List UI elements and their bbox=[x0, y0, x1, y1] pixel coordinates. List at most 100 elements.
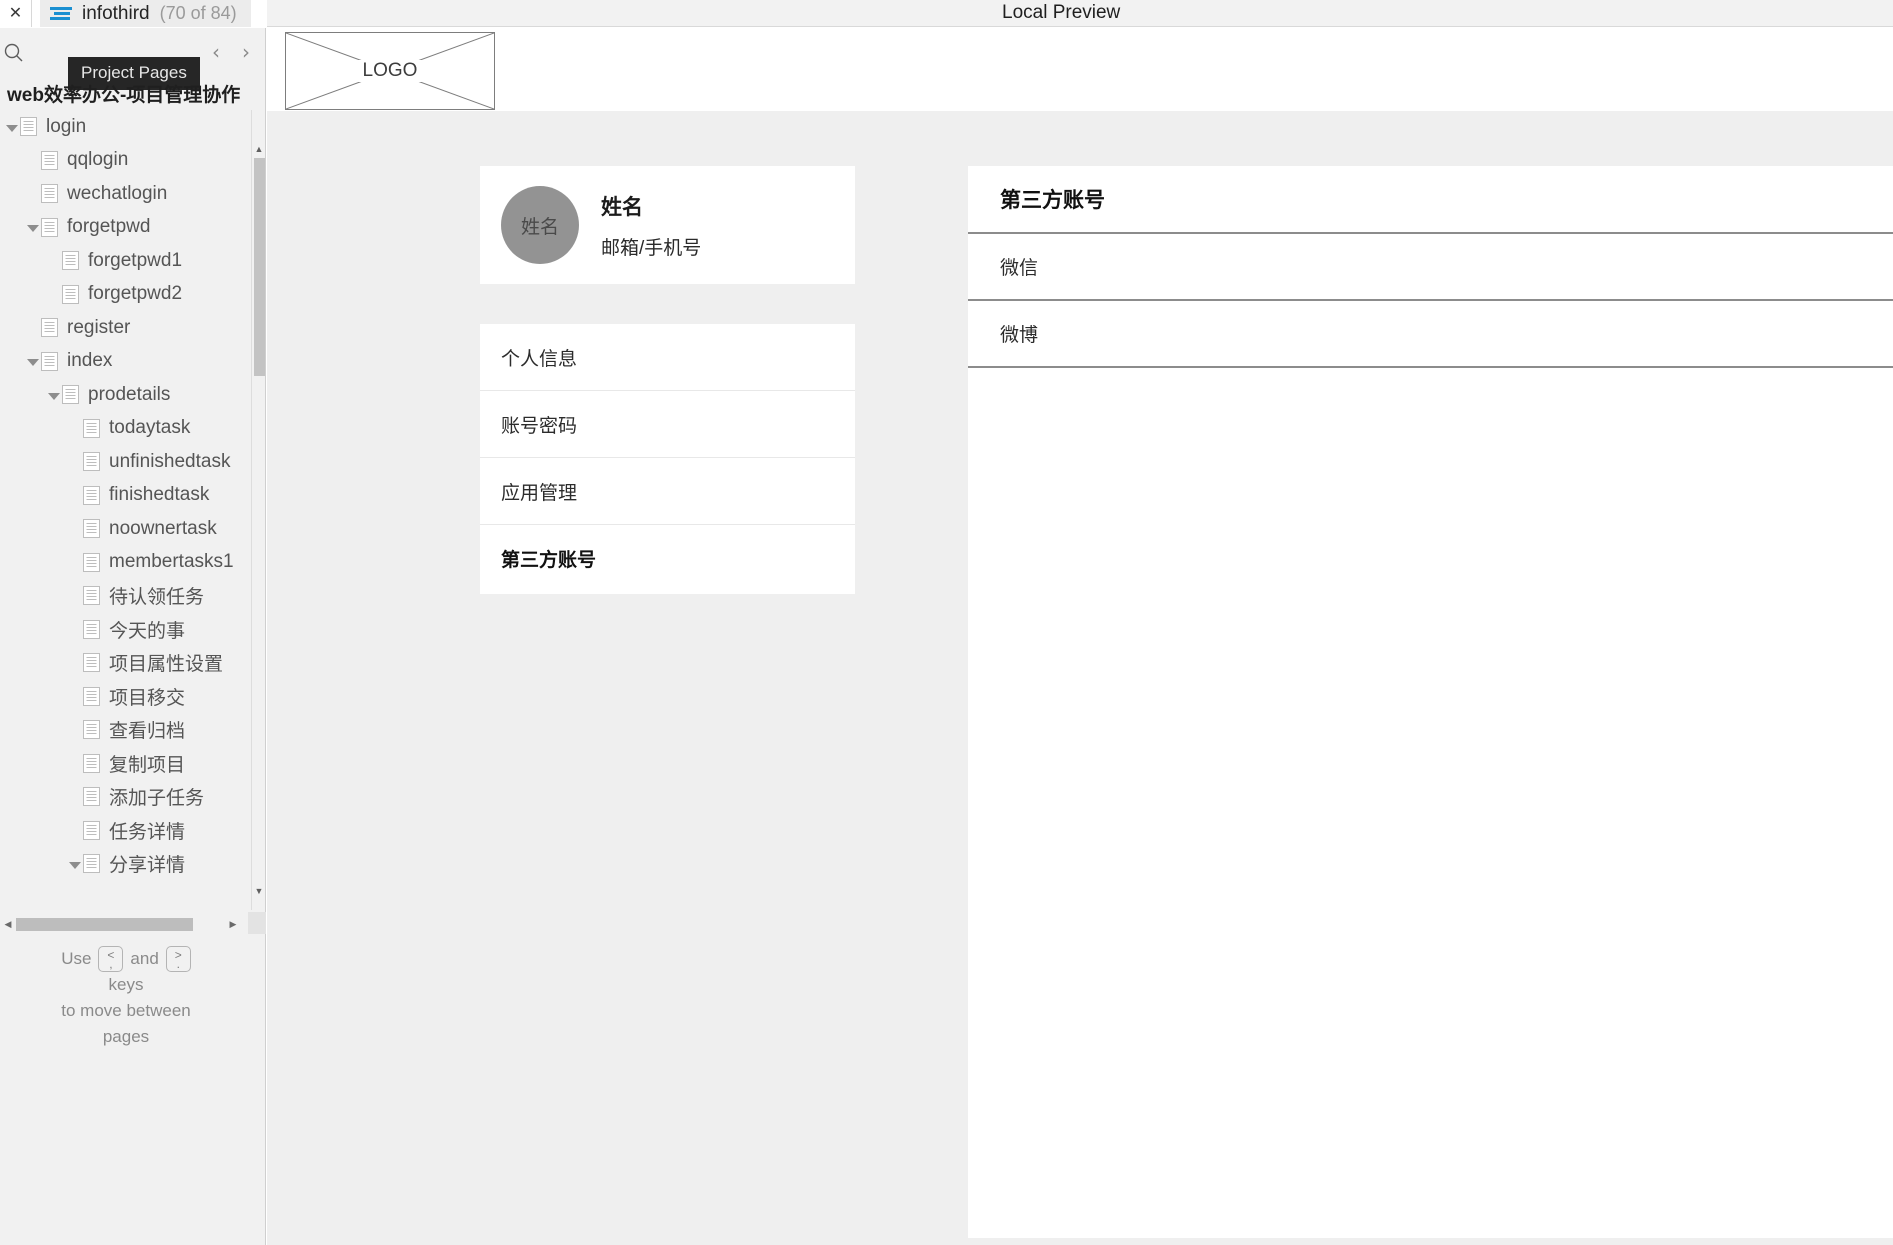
page-document-icon bbox=[41, 351, 58, 371]
tree-item-wechatlogin[interactable]: wechatlogin bbox=[0, 177, 266, 211]
tree-item-finishedtask[interactable]: finishedtask bbox=[0, 479, 266, 513]
twisty-open-icon[interactable] bbox=[25, 353, 41, 369]
twisty-open-icon[interactable] bbox=[25, 219, 41, 235]
tree-item-label: qqlogin bbox=[67, 149, 129, 171]
third-party-account-label: 微信 bbox=[1000, 258, 1039, 279]
page-document-icon bbox=[83, 854, 100, 874]
page-document-icon bbox=[83, 619, 100, 639]
tree-item-prodetails[interactable]: prodetails bbox=[0, 378, 266, 412]
tree-item-项目属性设置[interactable]: 项目属性设置 bbox=[0, 646, 266, 680]
prev-page-icon[interactable]: ‹ bbox=[205, 38, 227, 66]
logo-placeholder: LOGO bbox=[285, 32, 495, 110]
page-document-icon bbox=[83, 686, 100, 706]
profile-text: 姓名 邮箱/手机号 bbox=[601, 191, 701, 260]
settings-menu-item[interactable]: 第三方账号 bbox=[480, 525, 855, 592]
page-document-icon bbox=[41, 217, 58, 237]
tree-item-label: 添加子任务 bbox=[109, 788, 205, 810]
tree-item-forgetpwd1[interactable]: forgetpwd1 bbox=[0, 244, 266, 278]
tree-item-noownertask[interactable]: noownertask bbox=[0, 512, 266, 546]
tree-item-label: index bbox=[67, 350, 113, 372]
page-document-icon bbox=[41, 318, 58, 338]
key-next-keycap: > . bbox=[165, 946, 191, 972]
settings-menu-label: 应用管理 bbox=[501, 482, 578, 504]
tree-horizontal-scrollbar[interactable]: ◀ ▶ bbox=[0, 914, 252, 934]
third-party-account-row[interactable]: 微信 bbox=[968, 234, 1893, 301]
page-document-icon bbox=[62, 284, 79, 304]
preview-canvas: LOGO 姓名 姓名 邮箱/手机号 个人信息 账号密码 应用管理 第三方账号 第三方账… bbox=[267, 28, 1893, 1245]
tree-item-添加子任务[interactable]: 添加子任务 bbox=[0, 780, 266, 814]
scroll-up-icon[interactable]: ▲ bbox=[252, 142, 266, 156]
tree-item-register[interactable]: register bbox=[0, 311, 266, 345]
tree-vertical-scrollbar[interactable]: ▲ ▼ bbox=[251, 110, 265, 910]
tree-item-项目移交[interactable]: 项目移交 bbox=[0, 680, 266, 714]
keyboard-hint: Use < , and > . keys to move between pag… bbox=[0, 946, 252, 1050]
tree-item-查看归档[interactable]: 查看归档 bbox=[0, 713, 266, 747]
tree-item-label: forgetpwd1 bbox=[88, 249, 183, 271]
tree-item-label: login bbox=[46, 115, 87, 137]
twisty-open-icon[interactable] bbox=[4, 119, 20, 135]
tree-item-membertasks1[interactable]: membertasks1 bbox=[0, 546, 266, 580]
page-document-icon bbox=[83, 485, 100, 505]
page-document-icon bbox=[83, 519, 100, 539]
tree-item-label: register bbox=[67, 316, 131, 338]
tree-item-qqlogin[interactable]: qqlogin bbox=[0, 144, 266, 178]
close-tab-button[interactable]: ✕ bbox=[0, 0, 32, 27]
tree-item-forgetpwd2[interactable]: forgetpwd2 bbox=[0, 278, 266, 312]
page-document-icon bbox=[83, 418, 100, 438]
tree-item-todaytask[interactable]: todaytask bbox=[0, 412, 266, 446]
page-document-icon bbox=[83, 586, 100, 606]
next-page-icon[interactable]: › bbox=[235, 38, 257, 66]
third-party-account-row[interactable]: 微博 bbox=[968, 301, 1893, 368]
vertical-scroll-thumb[interactable] bbox=[254, 158, 265, 376]
third-party-account-label: 微博 bbox=[1000, 325, 1039, 346]
page-document-icon bbox=[83, 787, 100, 807]
settings-menu-item[interactable]: 个人信息 bbox=[480, 324, 855, 391]
tree-item-分享详情[interactable]: 分享详情 bbox=[0, 847, 266, 881]
app-window: ✕ infothird (70 of 84) ‹ › Project Pages bbox=[0, 0, 1893, 1245]
profile-card: 姓名 姓名 邮箱/手机号 bbox=[480, 166, 855, 284]
settings-menu-item[interactable]: 应用管理 bbox=[480, 458, 855, 525]
hint-line4: pages bbox=[102, 1027, 150, 1046]
twisty-open-icon[interactable] bbox=[46, 387, 62, 403]
page-background: 姓名 姓名 邮箱/手机号 个人信息 账号密码 应用管理 第三方账号 第三方账号 微信微… bbox=[267, 111, 1893, 1245]
tree-item-待认领任务[interactable]: 待认领任务 bbox=[0, 579, 266, 613]
tree-item-label: unfinishedtask bbox=[109, 450, 231, 472]
tree-item-label: prodetails bbox=[88, 383, 171, 405]
tree-item-login[interactable]: login bbox=[0, 110, 266, 144]
scroll-right-icon[interactable]: ▶ bbox=[226, 917, 240, 931]
search-icon[interactable] bbox=[2, 41, 26, 65]
scroll-left-icon[interactable]: ◀ bbox=[1, 917, 15, 931]
tree-item-复制项目[interactable]: 复制项目 bbox=[0, 747, 266, 781]
page-tree[interactable]: login qqlogin wechatlogin forgetpwd forgetpw… bbox=[0, 110, 266, 910]
scroll-down-icon[interactable]: ▼ bbox=[252, 884, 266, 898]
tree-item-unfinishedtask[interactable]: unfinishedtask bbox=[0, 445, 266, 479]
tab-page-count: (70 of 84) bbox=[159, 3, 237, 23]
page-document-icon bbox=[83, 753, 100, 773]
tree-item-任务详情[interactable]: 任务详情 bbox=[0, 814, 266, 848]
tree-item-今天的事[interactable]: 今天的事 bbox=[0, 613, 266, 647]
settings-menu-item[interactable]: 账号密码 bbox=[480, 391, 855, 458]
avatar[interactable]: 姓名 bbox=[501, 186, 579, 264]
key-next-bottom: . bbox=[176, 957, 180, 971]
tab-infothird[interactable]: infothird (70 of 84) bbox=[40, 0, 251, 27]
key-prev-keycap: < , bbox=[98, 946, 124, 972]
project-title: web效率办公-项目管理协作 bbox=[7, 85, 241, 106]
page-nav-arrows: ‹ › bbox=[205, 38, 257, 66]
horizontal-scroll-thumb[interactable] bbox=[16, 918, 193, 931]
page-document-icon bbox=[41, 150, 58, 170]
tree-item-index[interactable]: index bbox=[0, 345, 266, 379]
twisty-open-icon[interactable] bbox=[67, 856, 83, 872]
page-document-icon bbox=[83, 720, 100, 740]
tree-item-forgetpwd[interactable]: forgetpwd bbox=[0, 211, 266, 245]
